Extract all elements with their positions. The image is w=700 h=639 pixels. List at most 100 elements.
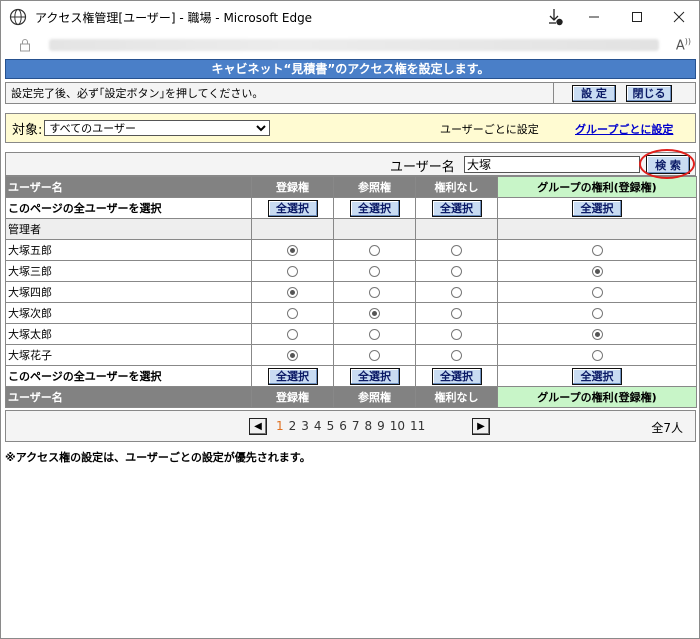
permission-radio[interactable] (287, 350, 298, 361)
close-page-button[interactable]: 閉じる (626, 84, 672, 102)
page-link[interactable]: 7 (352, 419, 360, 433)
close-button[interactable] (656, 1, 700, 33)
table-row: 大塚三郎 (5, 260, 697, 282)
permission-radio[interactable] (451, 350, 462, 361)
permission-radio[interactable] (287, 245, 298, 256)
select-all-button[interactable]: 全選択 (267, 199, 318, 217)
permission-radio[interactable] (591, 266, 603, 277)
select-all-button[interactable]: 全選択 (572, 367, 622, 385)
select-all-button[interactable]: 全選択 (349, 367, 400, 385)
permission-radio[interactable] (287, 308, 298, 319)
permission-radio[interactable] (591, 287, 603, 298)
user-name: 大塚五郎 (5, 239, 252, 261)
permission-radio[interactable] (591, 350, 603, 361)
pagination: ◀ 1 2 3 4 5 6 7 8 9 10 11 ▶ 全7人 (5, 410, 696, 442)
per-user-label: ユーザーごとに設定 (440, 123, 539, 136)
page-link[interactable]: 1 (276, 419, 284, 433)
select-all-button[interactable]: 全選択 (431, 199, 482, 217)
search-input[interactable] (464, 156, 640, 173)
permission-radio[interactable] (369, 308, 380, 319)
page-link[interactable]: 9 (377, 419, 385, 433)
permission-radio[interactable] (591, 245, 603, 256)
per-group-link[interactable]: グループごとに設定 (575, 121, 673, 137)
permission-radio[interactable] (369, 266, 380, 277)
permission-radio[interactable] (369, 329, 380, 340)
search-label: ユーザー名 (390, 160, 455, 175)
column-header: 権利なし (415, 176, 498, 198)
page-link[interactable]: 11 (410, 419, 425, 433)
instruction-text: 設定完了後、必ず｢設定ボタン｣を押してください。 (11, 87, 264, 100)
page-link[interactable]: 4 (314, 419, 322, 433)
table-row: 大塚五郎 (5, 239, 697, 261)
column-header: ユーザー名 (5, 176, 252, 198)
instruction-bar: 設定完了後、必ず｢設定ボタン｣を押してください。 設 定 閉じる (5, 82, 696, 104)
table-row: 大塚四郎 (5, 281, 697, 303)
page-banner: キャビネット“見積書”のアクセス権を設定します。 (5, 59, 696, 79)
permission-radio[interactable] (369, 245, 380, 256)
select-all-button[interactable]: 全選択 (572, 199, 622, 217)
window-title: アクセス権管理[ユーザー] - 職場 - Microsoft Edge (35, 10, 313, 25)
table-row: 大塚太郎 (5, 323, 697, 345)
title-bar: アクセス権管理[ユーザー] - 職場 - Microsoft Edge (1, 1, 699, 33)
highlight-circle (639, 149, 695, 179)
permission-radio[interactable] (451, 245, 462, 256)
table-header-row: ユーザー名 登録権 参照権 権利なし グループの権利(登録権) (5, 386, 697, 408)
page-link[interactable]: 10 (390, 419, 405, 433)
permission-table: ユーザー名 登録権 参照権 権利なし グループの権利(登録権) このページの全ユーザーを選… (5, 176, 697, 408)
permission-radio[interactable] (369, 287, 380, 298)
permission-radio[interactable] (451, 287, 462, 298)
user-name: 大塚三郎 (5, 260, 252, 282)
total-count: 全7人 (651, 421, 683, 435)
minimize-button[interactable] (571, 1, 617, 33)
column-header: 参照権 (333, 386, 416, 408)
permission-radio[interactable] (287, 266, 298, 277)
target-select[interactable]: すべてのユーザー (44, 120, 271, 136)
permission-radio[interactable] (369, 350, 380, 361)
browser-window: アクセス権管理[ユーザー] - 職場 - Microsoft Edge A)) … (0, 0, 700, 639)
user-name: 大塚花子 (5, 344, 252, 366)
column-header: グループの権利(登録権) (497, 176, 697, 198)
permission-radio[interactable] (287, 287, 298, 298)
column-header: 権利なし (415, 386, 498, 408)
user-name: 大塚太郎 (5, 323, 252, 345)
permission-radio[interactable] (451, 329, 462, 340)
set-button[interactable]: 設 定 (572, 84, 616, 102)
target-label: 対象: (12, 122, 43, 138)
permission-radio[interactable] (451, 266, 462, 277)
lock-icon (20, 39, 30, 52)
column-header: 登録権 (251, 386, 334, 408)
column-header: ユーザー名 (5, 386, 252, 408)
blurred-url[interactable] (49, 39, 659, 51)
read-aloud-icon[interactable]: A)) (676, 37, 691, 53)
page-link[interactable]: 2 (289, 419, 297, 433)
next-page-button[interactable]: ▶ (472, 418, 490, 435)
table-row: 大塚次郎 (5, 302, 697, 324)
column-header: 参照権 (333, 176, 416, 198)
page-link[interactable]: 6 (339, 419, 347, 433)
table-header-row: ユーザー名 登録権 参照権 権利なし グループの権利(登録権) (5, 176, 697, 198)
permission-radio[interactable] (287, 329, 298, 340)
action-buttons: 設 定 閉じる (553, 83, 695, 103)
permission-radio[interactable] (451, 308, 462, 319)
maximize-button[interactable] (614, 1, 660, 33)
group-row: 管理者 (5, 218, 697, 240)
column-header: 登録権 (251, 176, 334, 198)
permission-radio[interactable] (591, 329, 603, 340)
select-all-row: このページの全ユーザーを選択 全選択 全選択 全選択 全選択 (5, 365, 697, 387)
globe-icon (9, 8, 27, 26)
select-all-label: このページの全ユーザーを選択 (5, 197, 252, 219)
page-link[interactable]: 5 (327, 419, 335, 433)
prev-page-button[interactable]: ◀ (249, 418, 267, 435)
permission-radio[interactable] (591, 308, 603, 319)
page-link[interactable]: 3 (301, 419, 309, 433)
page-link[interactable]: 8 (364, 419, 372, 433)
column-header: グループの権利(登録権) (497, 386, 697, 408)
address-bar[interactable]: A)) (1, 33, 699, 57)
table-row: 大塚花子 (5, 344, 697, 366)
select-all-button[interactable]: 全選択 (431, 367, 482, 385)
search-bar: ユーザー名 検 索 (5, 149, 696, 179)
user-name: 大塚四郎 (5, 281, 252, 303)
select-all-button[interactable]: 全選択 (349, 199, 400, 217)
footer-note: ※アクセス権の設定は、ユーザーごとの設定が優先されます。 (5, 451, 311, 464)
select-all-button[interactable]: 全選択 (267, 367, 318, 385)
